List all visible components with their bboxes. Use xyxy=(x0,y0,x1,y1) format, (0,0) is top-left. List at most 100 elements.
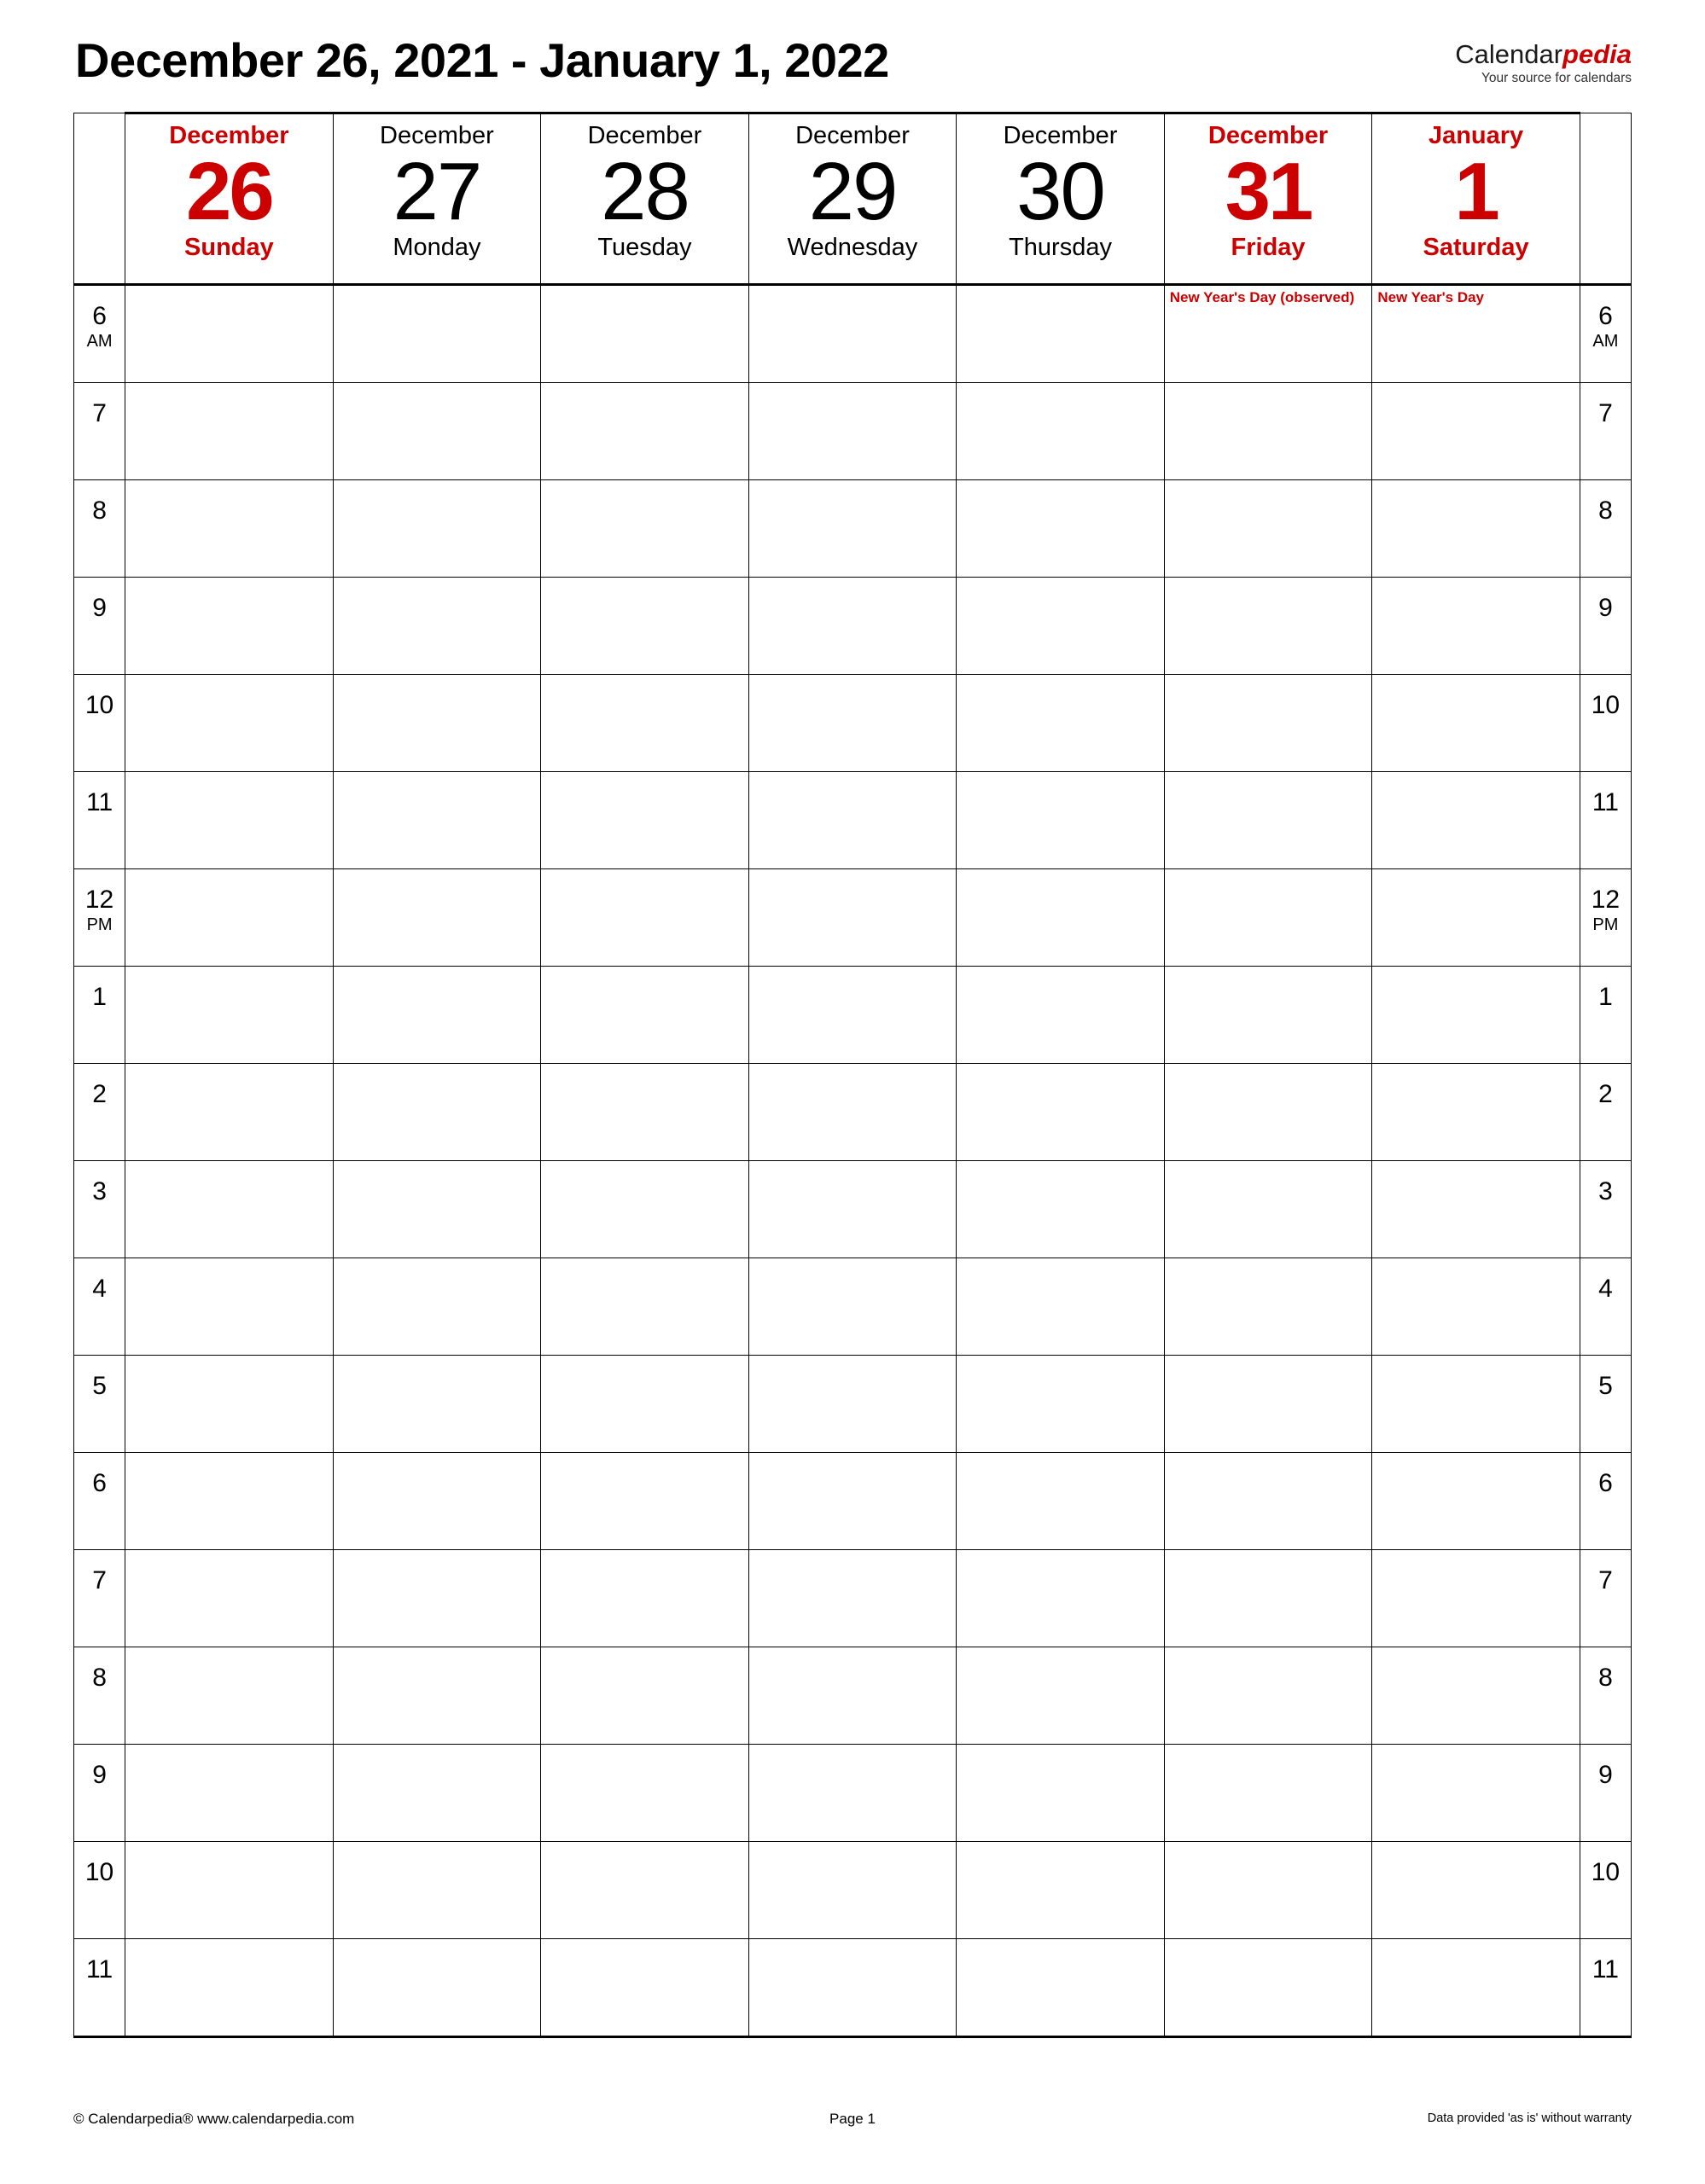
time-slot[interactable] xyxy=(125,284,334,383)
time-slot[interactable] xyxy=(748,1744,957,1842)
time-slot[interactable] xyxy=(540,674,749,772)
time-slot[interactable] xyxy=(125,1452,334,1550)
time-slot[interactable] xyxy=(1163,966,1373,1064)
time-slot[interactable] xyxy=(332,382,542,480)
time-slot[interactable] xyxy=(125,1647,334,1745)
time-slot[interactable] xyxy=(540,577,749,675)
time-slot[interactable] xyxy=(1163,1549,1373,1647)
time-slot[interactable] xyxy=(125,1549,334,1647)
time-slot[interactable] xyxy=(1163,1160,1373,1258)
time-slot[interactable] xyxy=(1371,1744,1580,1842)
time-slot[interactable] xyxy=(332,577,542,675)
time-slot[interactable] xyxy=(332,1744,542,1842)
time-slot[interactable] xyxy=(332,1452,542,1550)
time-slot[interactable] xyxy=(1371,771,1580,869)
time-slot[interactable] xyxy=(1163,1258,1373,1356)
time-slot[interactable] xyxy=(748,577,957,675)
time-slot[interactable] xyxy=(956,577,1165,675)
time-slot[interactable] xyxy=(956,966,1165,1064)
time-slot[interactable] xyxy=(540,868,749,967)
time-slot[interactable] xyxy=(332,771,542,869)
time-slot[interactable] xyxy=(540,382,749,480)
time-slot[interactable] xyxy=(956,1744,1165,1842)
time-slot[interactable] xyxy=(125,1258,334,1356)
time-slot[interactable] xyxy=(540,1258,749,1356)
time-slot[interactable] xyxy=(1371,868,1580,967)
time-slot[interactable] xyxy=(956,1452,1165,1550)
time-slot[interactable] xyxy=(956,674,1165,772)
time-slot[interactable] xyxy=(125,771,334,869)
time-slot[interactable] xyxy=(540,966,749,1064)
time-slot[interactable] xyxy=(956,1063,1165,1161)
time-slot[interactable] xyxy=(956,771,1165,869)
time-slot[interactable] xyxy=(956,284,1165,383)
time-slot[interactable] xyxy=(748,674,957,772)
time-slot[interactable] xyxy=(1371,1938,1580,2038)
time-slot[interactable] xyxy=(748,1063,957,1161)
time-slot[interactable] xyxy=(956,1938,1165,2038)
time-slot[interactable] xyxy=(1371,1841,1580,1939)
time-slot[interactable]: New Year's Day (observed) xyxy=(1163,284,1373,383)
time-slot[interactable] xyxy=(1163,674,1373,772)
time-slot[interactable] xyxy=(540,1063,749,1161)
time-slot[interactable] xyxy=(540,1744,749,1842)
time-slot[interactable] xyxy=(332,284,542,383)
time-slot[interactable] xyxy=(748,382,957,480)
time-slot[interactable] xyxy=(125,479,334,578)
time-slot[interactable] xyxy=(332,868,542,967)
time-slot[interactable] xyxy=(1371,1160,1580,1258)
time-slot[interactable] xyxy=(540,479,749,578)
time-slot[interactable] xyxy=(748,1160,957,1258)
time-slot[interactable] xyxy=(1163,479,1373,578)
time-slot[interactable] xyxy=(956,1549,1165,1647)
time-slot[interactable] xyxy=(125,1160,334,1258)
time-slot[interactable] xyxy=(748,1452,957,1550)
time-slot[interactable] xyxy=(1163,771,1373,869)
time-slot[interactable] xyxy=(1163,1744,1373,1842)
time-slot[interactable] xyxy=(540,771,749,869)
time-slot[interactable] xyxy=(540,1647,749,1745)
time-slot[interactable] xyxy=(1371,382,1580,480)
time-slot[interactable] xyxy=(332,966,542,1064)
time-slot[interactable] xyxy=(1371,1355,1580,1453)
time-slot[interactable] xyxy=(1163,868,1373,967)
time-slot[interactable] xyxy=(332,1355,542,1453)
time-slot[interactable] xyxy=(125,1744,334,1842)
time-slot[interactable] xyxy=(748,1355,957,1453)
time-slot[interactable] xyxy=(1371,1549,1580,1647)
time-slot[interactable] xyxy=(748,284,957,383)
time-slot[interactable] xyxy=(956,479,1165,578)
time-slot[interactable] xyxy=(956,1258,1165,1356)
footer-copyright[interactable]: © Calendarpedia® www.calendarpedia.com xyxy=(73,2111,354,2128)
time-slot[interactable] xyxy=(748,1549,957,1647)
time-slot[interactable] xyxy=(1163,1452,1373,1550)
time-slot[interactable] xyxy=(1163,1647,1373,1745)
time-slot[interactable] xyxy=(1163,1355,1373,1453)
time-slot[interactable] xyxy=(540,1549,749,1647)
time-slot[interactable] xyxy=(956,1841,1165,1939)
time-slot[interactable] xyxy=(748,1938,957,2038)
time-slot[interactable] xyxy=(1371,1258,1580,1356)
time-slot[interactable] xyxy=(1371,577,1580,675)
time-slot[interactable] xyxy=(748,479,957,578)
time-slot[interactable] xyxy=(125,966,334,1064)
time-slot[interactable] xyxy=(332,1647,542,1745)
time-slot[interactable] xyxy=(125,1841,334,1939)
time-slot[interactable] xyxy=(748,1647,957,1745)
time-slot[interactable] xyxy=(1163,382,1373,480)
time-slot[interactable] xyxy=(1371,1647,1580,1745)
time-slot[interactable] xyxy=(332,479,542,578)
time-slot[interactable] xyxy=(125,577,334,675)
time-slot[interactable] xyxy=(332,1258,542,1356)
time-slot[interactable] xyxy=(332,1549,542,1647)
time-slot[interactable] xyxy=(1371,966,1580,1064)
time-slot[interactable] xyxy=(748,771,957,869)
time-slot[interactable]: New Year's Day xyxy=(1371,284,1580,383)
time-slot[interactable] xyxy=(1371,1063,1580,1161)
time-slot[interactable] xyxy=(1371,674,1580,772)
time-slot[interactable] xyxy=(332,1160,542,1258)
time-slot[interactable] xyxy=(1371,479,1580,578)
time-slot[interactable] xyxy=(332,1938,542,2038)
time-slot[interactable] xyxy=(1371,1452,1580,1550)
time-slot[interactable] xyxy=(332,674,542,772)
